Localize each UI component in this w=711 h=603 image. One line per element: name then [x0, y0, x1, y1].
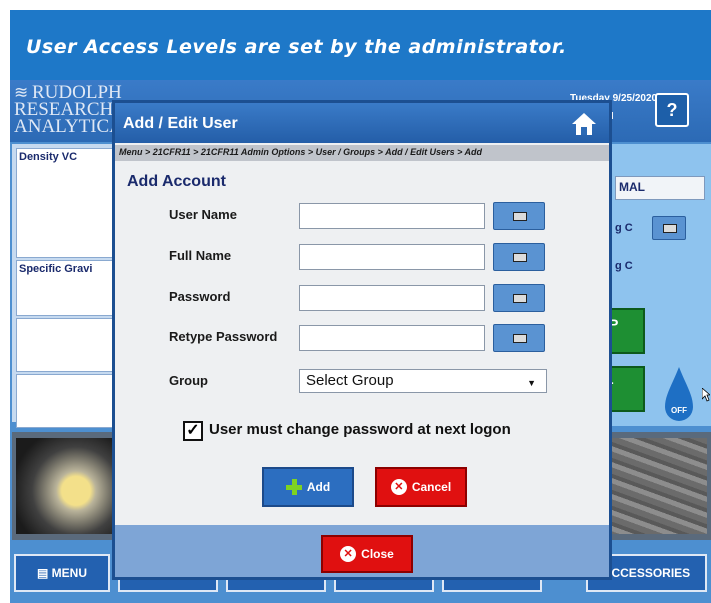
menu-label: MENU — [51, 566, 88, 580]
unit-label-2: g C — [615, 260, 633, 272]
banner-text: User Access Levels are set by the admini… — [26, 36, 567, 58]
user-name-keyboard-button[interactable] — [493, 202, 545, 230]
keyboard-icon — [513, 334, 527, 343]
retype-password-input[interactable] — [299, 325, 485, 351]
menu-button[interactable]: ▤ MENU — [14, 554, 110, 592]
must-change-password-checkbox[interactable]: ✓ — [183, 421, 203, 441]
full-name-label: Full Name — [169, 248, 232, 263]
section-title: Add Account — [127, 173, 226, 190]
keyboard-button-right[interactable] — [652, 216, 686, 240]
password-input[interactable] — [299, 285, 485, 311]
specific-gravity-label: Specific Gravi — [19, 263, 93, 275]
home-icon[interactable] — [570, 111, 598, 137]
cancel-button[interactable]: ✕ Cancel — [375, 467, 467, 507]
close-button[interactable]: ✕ Close — [321, 535, 413, 573]
dialog-title-bar: Add / Edit User — [115, 103, 609, 143]
help-button[interactable]: ? — [655, 93, 689, 127]
dialog-title: Add / Edit User — [123, 115, 238, 132]
sample-cell-image — [16, 438, 116, 534]
keyboard-icon — [513, 253, 527, 262]
top-margin — [0, 0, 711, 10]
add-edit-user-dialog: Add / Edit User Menu > 21CFR11 > 21CFR11… — [112, 100, 612, 580]
plus-icon — [285, 479, 302, 495]
mouse-cursor-icon — [702, 388, 710, 402]
user-name-input[interactable] — [299, 203, 485, 229]
empty-cell-2[interactable] — [16, 374, 114, 428]
empty-cell-1[interactable] — [16, 318, 114, 372]
water-drop-icon[interactable]: OFF — [662, 365, 696, 425]
retype-password-label: Retype Password — [169, 329, 278, 344]
user-name-label: User Name — [169, 207, 237, 222]
menu-folder-icon: ▤ — [36, 566, 49, 580]
measurement-panel: Density VC Specific Gravi — [12, 144, 116, 428]
must-change-password-label[interactable]: User must change password at next logon — [209, 421, 511, 438]
full-name-keyboard-button[interactable] — [493, 243, 545, 271]
keyboard-icon — [663, 224, 677, 233]
group-select[interactable]: Select Group ▼ — [299, 369, 547, 393]
mode-display: MAL — [615, 176, 705, 200]
dropdown-caret-icon: ▼ — [527, 378, 536, 388]
unit-label-1: g C — [615, 222, 633, 234]
logo-waves-icon: ≋ — [14, 83, 29, 102]
specific-gravity-cell[interactable]: Specific Gravi — [16, 260, 114, 316]
group-label: Group — [169, 373, 208, 388]
cancel-x-icon: ✕ — [390, 479, 407, 495]
density-cell[interactable]: Density VC — [16, 148, 114, 258]
camera-view-image — [602, 438, 707, 534]
full-name-input[interactable] — [299, 244, 485, 270]
density-label: Density VC — [19, 151, 78, 163]
dialog-footer: ✕ Close — [115, 525, 609, 577]
drop-off-label: OFF — [671, 406, 687, 415]
cancel-label: Cancel — [411, 480, 452, 494]
group-selected-value: Select Group — [306, 372, 394, 389]
add-label: Add — [306, 480, 331, 494]
keyboard-icon — [513, 294, 527, 303]
close-x-icon: ✕ — [340, 546, 357, 562]
retype-password-keyboard-button[interactable] — [493, 324, 545, 352]
password-keyboard-button[interactable] — [493, 284, 545, 312]
add-button[interactable]: Add — [262, 467, 354, 507]
close-label: Close — [361, 547, 394, 561]
password-label: Password — [169, 289, 231, 304]
breadcrumb: Menu > 21CFR11 > 21CFR11 Admin Options >… — [115, 145, 609, 161]
keyboard-icon — [513, 212, 527, 221]
